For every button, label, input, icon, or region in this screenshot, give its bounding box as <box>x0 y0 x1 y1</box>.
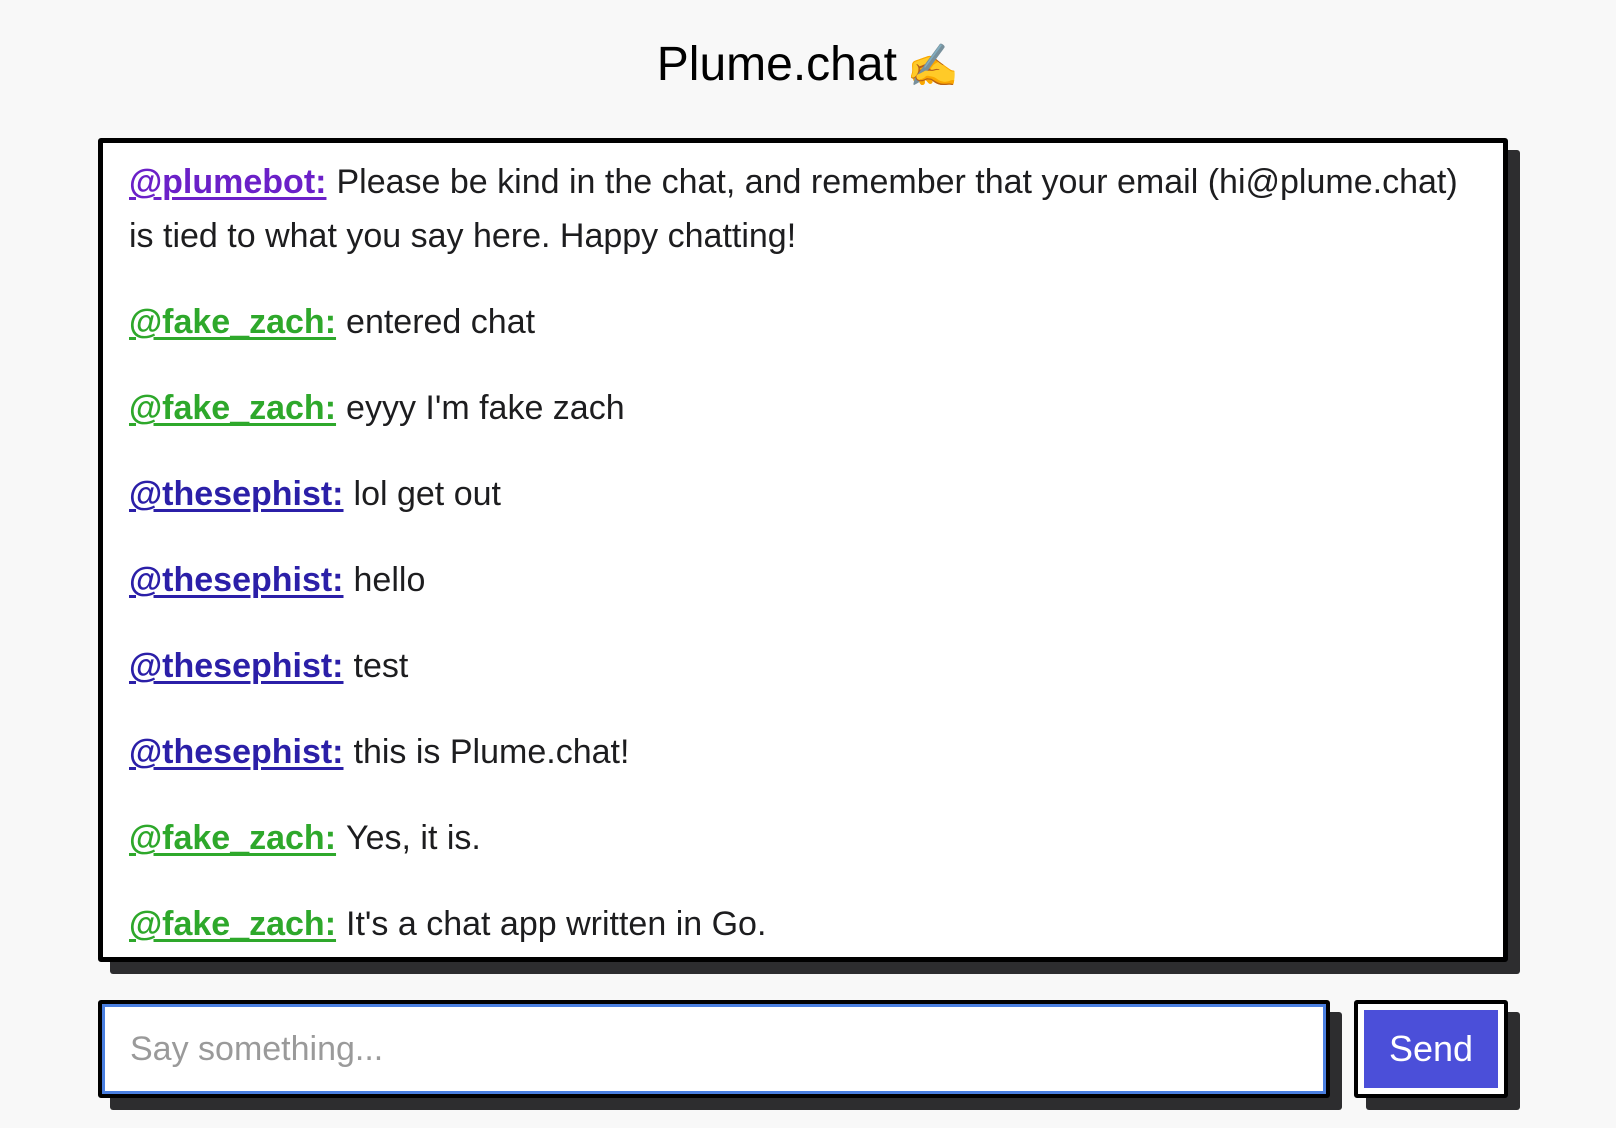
message-text: lol get out <box>353 475 501 513</box>
writing-hand-icon: ✍️ <box>906 41 960 90</box>
message: @fake_zach: entered chat <box>129 295 1477 349</box>
message-author-link[interactable]: @fake_zach: <box>129 303 336 341</box>
message-text: test <box>353 647 409 685</box>
message: @thesephist: hello <box>129 553 1477 607</box>
message-text: eyyy I'm fake zach <box>346 389 625 427</box>
message-text: this is Plume.chat! <box>353 733 630 771</box>
message: @thesephist: test <box>129 639 1477 693</box>
message: @fake_zach: eyyy I'm fake zach <box>129 381 1477 435</box>
send-button-frame: Send <box>1354 1000 1508 1098</box>
message-author-link[interactable]: @plumebot: <box>129 163 326 201</box>
message-author-link[interactable]: @fake_zach: <box>129 389 336 427</box>
send-button[interactable]: Send <box>1364 1010 1498 1088</box>
message-text: hello <box>353 561 426 599</box>
message: @plumebot: Please be kind in the chat, an… <box>129 155 1477 263</box>
chat-log[interactable]: @plumebot: Please be kind in the chat, an… <box>98 138 1508 962</box>
message-author-link[interactable]: @thesephist: <box>129 647 344 685</box>
message: @fake_zach: Yes, it is. <box>129 811 1477 865</box>
message-author-link[interactable]: @fake_zach: <box>129 819 336 857</box>
message-author-link[interactable]: @fake_zach: <box>129 905 336 943</box>
message-author-link[interactable]: @thesephist: <box>129 733 344 771</box>
app-title: Plume.chat ✍️ <box>0 30 1616 101</box>
message: @fake_zach: It's a chat app written in Go… <box>129 897 1477 951</box>
message-text: It's a chat app written in Go. <box>346 905 767 943</box>
message-author-link[interactable]: @thesephist: <box>129 475 344 513</box>
message: @thesephist: lol get out <box>129 467 1477 521</box>
message-input[interactable] <box>98 1000 1330 1098</box>
message-author-link[interactable]: @thesephist: <box>129 561 344 599</box>
app-title-text: Plume.chat <box>656 38 897 91</box>
message-text: entered chat <box>346 303 536 341</box>
message-text: Please be kind in the chat, and remember… <box>129 163 1458 255</box>
composer: Send <box>98 1000 1508 1098</box>
message: @thesephist: this is Plume.chat! <box>129 725 1477 779</box>
message-text: Yes, it is. <box>346 819 481 857</box>
